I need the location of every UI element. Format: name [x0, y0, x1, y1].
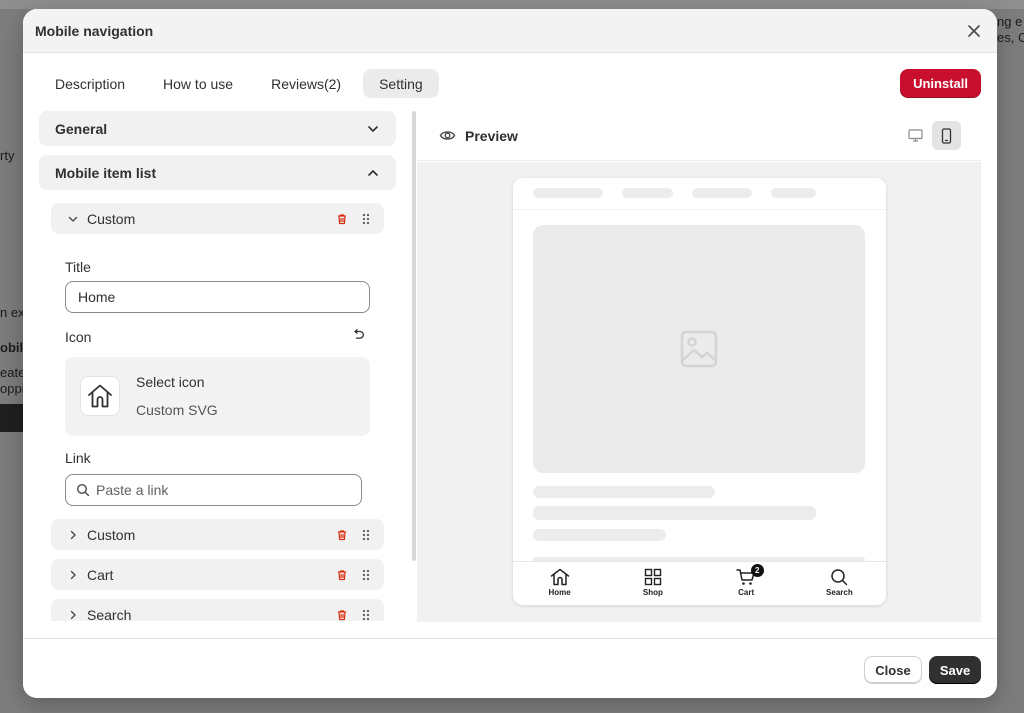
- trash-icon[interactable]: [334, 211, 350, 227]
- grid-icon: [644, 568, 662, 586]
- section-mobile-item-list[interactable]: Mobile item list: [39, 155, 396, 190]
- chevron-right-icon[interactable]: [65, 607, 81, 622]
- desktop-icon[interactable]: [901, 121, 930, 150]
- link-input[interactable]: [96, 482, 351, 498]
- tab-bar: Description How to use Reviews(2) Settin…: [39, 69, 439, 98]
- home-icon: [550, 568, 569, 586]
- tab-description[interactable]: Description: [39, 69, 141, 98]
- preview-panel: Preview Home Shop 2 Cart Search: [417, 111, 981, 622]
- nav-item-cart[interactable]: 2 Cart: [700, 562, 793, 605]
- bg-dark-button: [0, 404, 23, 432]
- drag-handle-icon[interactable]: [360, 527, 372, 543]
- chevron-right-icon[interactable]: [65, 567, 81, 583]
- list-item[interactable]: Search: [51, 599, 384, 621]
- skeleton-bar: [533, 188, 603, 198]
- nav-item-shop[interactable]: Shop: [606, 562, 699, 605]
- search-icon: [831, 569, 848, 586]
- chevron-right-icon[interactable]: [65, 527, 81, 543]
- list-item-name: Cart: [87, 566, 114, 583]
- skeleton-bar: [622, 188, 673, 198]
- section-mobile-item-list-label: Mobile item list: [55, 164, 157, 181]
- list-item[interactable]: Cart: [51, 559, 384, 590]
- bg-text: ng e: [997, 14, 1023, 29]
- section-general-label: General: [55, 120, 108, 137]
- list-item-name: Search: [87, 606, 132, 622]
- modal-footer: Close Save: [23, 638, 997, 698]
- device-toggle: [901, 121, 961, 150]
- drag-handle-icon[interactable]: [360, 607, 372, 622]
- nav-label: Home: [548, 588, 571, 597]
- bg-top-strip: [0, 0, 1024, 9]
- nav-item-home[interactable]: Home: [513, 562, 606, 605]
- image-placeholder: [533, 225, 865, 473]
- icon-picker[interactable]: Select icon Custom SVG: [65, 357, 370, 436]
- nav-item-search[interactable]: Search: [793, 562, 886, 605]
- home-icon: [80, 376, 120, 416]
- reset-icon[interactable]: [351, 328, 367, 344]
- eye-icon: [439, 131, 456, 140]
- title-input[interactable]: [65, 281, 370, 313]
- skeleton-bar: [692, 188, 752, 198]
- list-item-expanded[interactable]: Custom: [51, 203, 384, 234]
- nav-label: Cart: [738, 588, 755, 597]
- custom-svg-label: Custom SVG: [136, 402, 218, 418]
- skeleton-bar: [771, 188, 816, 198]
- skeleton-bar: [533, 529, 666, 541]
- link-field[interactable]: [65, 474, 362, 506]
- nav-label: Search: [826, 588, 853, 597]
- save-button[interactable]: Save: [929, 656, 981, 684]
- trash-icon[interactable]: [334, 527, 350, 543]
- section-general[interactable]: General: [39, 111, 396, 146]
- close-button[interactable]: Close: [864, 656, 922, 684]
- link-label: Link: [65, 450, 91, 466]
- preview-canvas: Home Shop 2 Cart Search: [417, 162, 981, 622]
- skeleton-bar: [533, 506, 816, 520]
- bg-text: eate: [0, 365, 26, 380]
- mobile-bottom-nav: Home Shop 2 Cart Search: [513, 561, 886, 605]
- list-item-name: Custom: [87, 210, 136, 227]
- settings-scrollbar[interactable]: [412, 111, 416, 561]
- skeleton-header: [513, 178, 886, 210]
- modal-dialog: Mobile navigation Description How to use…: [23, 9, 997, 698]
- list-item-name: Custom: [87, 526, 136, 543]
- trash-icon[interactable]: [334, 607, 350, 622]
- chevron-up-icon: [368, 169, 378, 176]
- tab-setting[interactable]: Setting: [363, 69, 439, 98]
- tab-reviews[interactable]: Reviews(2): [255, 69, 357, 98]
- cart-badge: 2: [750, 564, 764, 577]
- icon-label: Icon: [65, 329, 92, 345]
- skeleton-bar: [533, 486, 715, 498]
- preview-header: Preview: [417, 111, 981, 161]
- uninstall-button[interactable]: Uninstall: [900, 69, 981, 98]
- drag-handle-icon[interactable]: [360, 567, 372, 583]
- modal-title: Mobile navigation: [35, 22, 154, 39]
- modal-header: Mobile navigation: [23, 9, 997, 53]
- drag-handle-icon[interactable]: [360, 211, 372, 227]
- bg-text: oppi: [0, 381, 25, 396]
- mobile-preview: Home Shop 2 Cart Search: [513, 178, 886, 605]
- chevron-down-icon[interactable]: [65, 211, 81, 227]
- image-icon: [680, 330, 718, 368]
- preview-label: Preview: [465, 127, 518, 144]
- search-icon: [76, 483, 90, 497]
- list-item[interactable]: Custom: [51, 519, 384, 550]
- mobile-icon[interactable]: [932, 121, 961, 150]
- bg-text: es, Ca: [997, 30, 1024, 45]
- select-icon-label: Select icon: [136, 374, 205, 390]
- close-icon[interactable]: [963, 20, 985, 42]
- bg-text: rty: [0, 148, 15, 163]
- title-label: Title: [65, 259, 91, 275]
- settings-panel: General Mobile item list Custom Title Ic…: [39, 111, 397, 621]
- trash-icon[interactable]: [334, 567, 350, 583]
- chevron-down-icon: [368, 125, 378, 132]
- tab-how-to-use[interactable]: How to use: [147, 69, 249, 98]
- nav-label: Shop: [642, 588, 663, 597]
